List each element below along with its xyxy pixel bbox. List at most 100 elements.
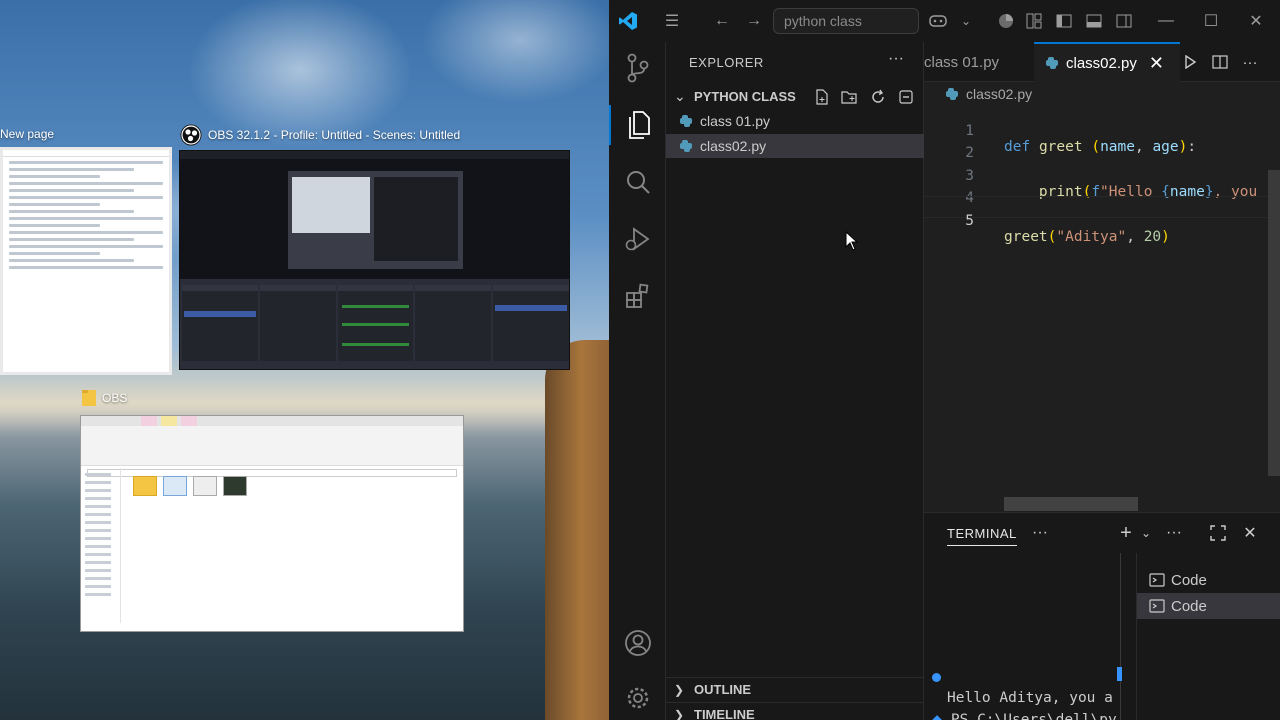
- explorer-file-item: [163, 476, 187, 496]
- thumb-line: [9, 196, 163, 199]
- explorer-window-title[interactable]: OBS: [82, 389, 127, 407]
- terminal-decoration-icon: [932, 673, 941, 682]
- explorer-file-item: [223, 476, 247, 496]
- code-text: greet("Aditya", 20): [1004, 229, 1170, 245]
- maximize-icon[interactable]: ☐: [1198, 8, 1224, 34]
- copilot-icon[interactable]: [925, 8, 951, 34]
- chevron-down-icon[interactable]: ⌄: [1134, 521, 1158, 545]
- chevron-down-icon[interactable]: ⌄: [953, 8, 979, 34]
- maximize-panel-icon[interactable]: [1206, 521, 1230, 545]
- obs-menubar: [180, 151, 569, 159]
- run-debug-icon[interactable]: [609, 219, 666, 259]
- editor-tabs: class 01.py class02.py ✕ ···: [924, 42, 1280, 82]
- terminal-output-line: Hello Aditya, you a: [947, 690, 1113, 706]
- back-arrow-icon[interactable]: ←: [709, 8, 735, 34]
- explorer-file-item: [193, 476, 217, 496]
- timeline-label: TIMELINE: [694, 707, 755, 720]
- obs-docks: [180, 283, 569, 363]
- editor-more-actions-icon[interactable]: ···: [1238, 50, 1262, 74]
- thumb-line: [9, 175, 101, 178]
- thumb-line: [9, 210, 134, 213]
- code-line-current[interactable]: 5 greet("Aditya", 20): [924, 196, 1280, 245]
- close-window-icon[interactable]: ✕: [1243, 8, 1269, 34]
- accounts-icon[interactable]: [609, 623, 666, 663]
- python-file-icon: [1046, 57, 1058, 69]
- close-tab-icon[interactable]: ✕: [1149, 53, 1164, 74]
- thumb-line: [9, 168, 134, 171]
- search-icon[interactable]: [609, 162, 666, 202]
- thumb-line: [9, 245, 163, 248]
- explorer-ribbon-tabs: [81, 416, 463, 426]
- run-file-icon[interactable]: [1178, 50, 1202, 74]
- newpage-window-label: New page: [0, 127, 55, 141]
- code-line[interactable]: 4: [924, 174, 1280, 206]
- chevron-down-icon: ⌄: [674, 87, 686, 104]
- code-line[interactable]: 2: [924, 129, 1280, 161]
- timeline-section-header[interactable]: ❯ TIMELINE: [666, 702, 924, 720]
- file-name: class 01.py: [700, 113, 771, 129]
- explorer-window-label: OBS: [102, 391, 128, 405]
- obs-selected-scene: [184, 311, 256, 317]
- collapse-all-icon[interactable]: [896, 87, 916, 107]
- command-center-search[interactable]: python class: [773, 8, 919, 34]
- obs-window-title[interactable]: OBS 32.1.2 - Profile: Untitled - Scenes:…: [180, 124, 460, 146]
- tab-class02[interactable]: class02.py ✕: [1034, 42, 1180, 82]
- terminal-item[interactable]: Code: [1137, 567, 1280, 593]
- code-line[interactable]: 3 print(f"Hello {name}, you: [924, 152, 1280, 200]
- settings-gear-icon[interactable]: [609, 678, 666, 718]
- folder-header[interactable]: ⌄ PYTHON CLASS: [666, 84, 924, 108]
- tab-terminal[interactable]: TERMINAL: [947, 526, 1017, 546]
- obs-transitions-panel: [415, 285, 492, 361]
- editor-vertical-scrollbar[interactable]: [1268, 170, 1280, 476]
- obs-window-thumbnail[interactable]: [179, 150, 570, 370]
- toggle-primary-sidebar-icon[interactable]: [1051, 8, 1077, 34]
- source-control-icon[interactable]: [609, 48, 666, 88]
- customize-layout-icon[interactable]: [1021, 8, 1047, 34]
- breadcrumb[interactable]: class02.py: [946, 86, 1032, 102]
- file-item-class01[interactable]: class 01.py: [666, 109, 924, 133]
- folder-name: PYTHON CLASS: [694, 88, 796, 104]
- explorer-window-thumbnail[interactable]: [80, 415, 464, 632]
- obs-audio-mixer-panel: [337, 285, 414, 361]
- editor-horizontal-scrollbar[interactable]: [1004, 497, 1138, 511]
- terminal-item-selected[interactable]: Code: [1137, 593, 1280, 619]
- explorer-files-icon[interactable]: [609, 105, 666, 145]
- folder-icon: [82, 390, 96, 406]
- terminal-scroll-thumb[interactable]: [1117, 667, 1122, 681]
- extensions-icon[interactable]: [609, 276, 666, 316]
- thumb-line: [9, 266, 163, 269]
- thumb-line: [9, 217, 163, 220]
- close-panel-icon[interactable]: ✕: [1238, 521, 1262, 545]
- terminal-more-icon[interactable]: ···: [1028, 521, 1052, 545]
- new-file-icon[interactable]: [812, 87, 832, 107]
- newpage-window-title[interactable]: New page: [0, 127, 54, 141]
- file-item-class02[interactable]: class02.py: [666, 134, 924, 158]
- chevron-right-icon: ❯: [674, 682, 685, 697]
- thumb-line: [9, 259, 134, 262]
- minimize-icon[interactable]: —: [1153, 8, 1179, 34]
- panel-more-actions-icon[interactable]: ···: [1162, 521, 1186, 545]
- obs-logo-icon: [180, 124, 202, 146]
- newpage-thumb-header: [3, 150, 169, 157]
- forward-arrow-icon[interactable]: →: [741, 8, 767, 34]
- terminal-scrollbar[interactable]: [1120, 553, 1121, 720]
- new-folder-icon[interactable]: [840, 87, 860, 107]
- newpage-window-thumbnail[interactable]: [0, 147, 172, 375]
- accounts-pie-icon[interactable]: [993, 8, 1019, 34]
- obs-controls-panel: [493, 285, 569, 361]
- toggle-secondary-sidebar-icon[interactable]: [1111, 8, 1137, 34]
- toggle-panel-icon[interactable]: [1081, 8, 1107, 34]
- terminal-item-label: Code: [1171, 597, 1207, 615]
- split-editor-icon[interactable]: [1208, 50, 1232, 74]
- outline-section-header[interactable]: ❯ OUTLINE: [666, 677, 924, 701]
- obs-preview-left: [292, 177, 370, 233]
- breadcrumb-file: class02.py: [966, 86, 1033, 102]
- menu-icon[interactable]: ☰: [659, 8, 685, 34]
- tab-label: class 01.py: [924, 53, 1000, 71]
- refresh-icon[interactable]: [868, 87, 888, 107]
- code-line[interactable]: 1 def greet (name, age):: [924, 107, 1280, 155]
- cliff-rock: [545, 340, 609, 720]
- sidebar-more-actions-icon[interactable]: ···: [888, 50, 904, 68]
- tab-class01[interactable]: class 01.py: [924, 42, 1034, 82]
- python-file-icon: [680, 115, 692, 127]
